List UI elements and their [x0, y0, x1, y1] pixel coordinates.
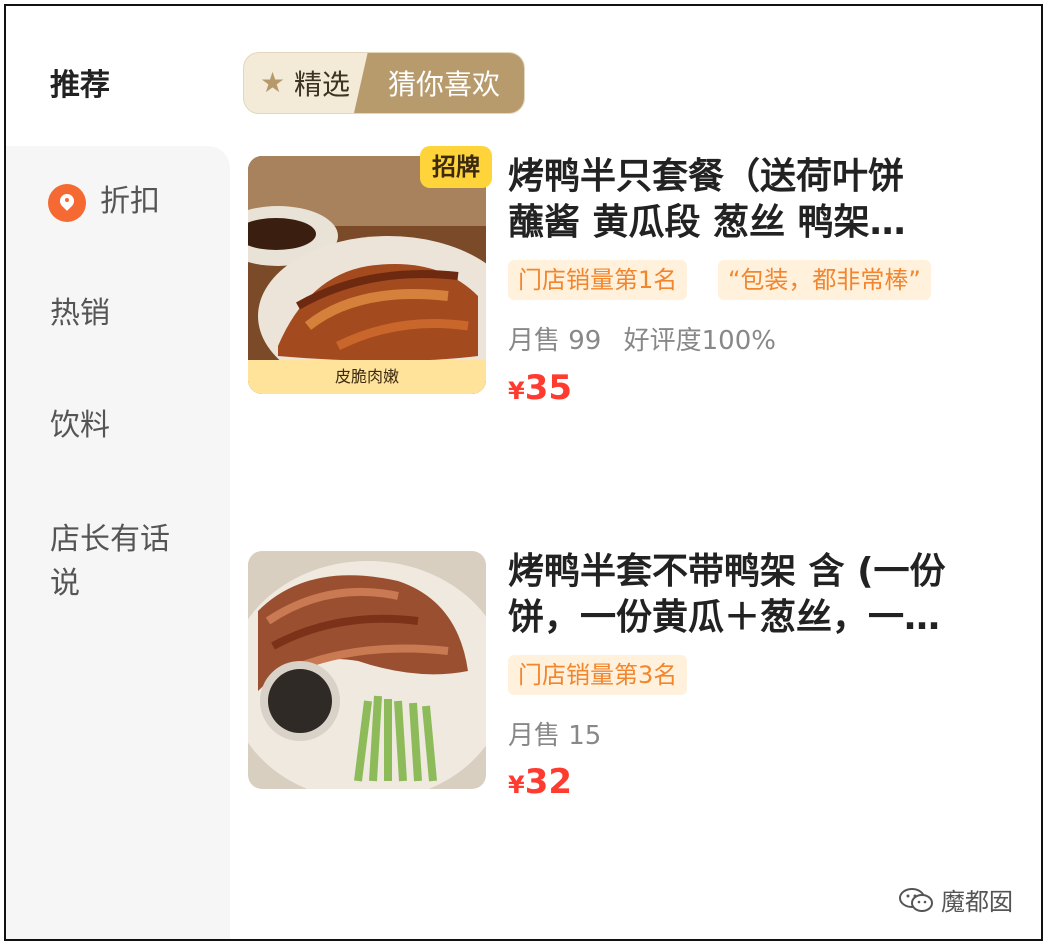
- filter-guess-label: 猜你喜欢: [387, 68, 500, 101]
- dish-title[interactable]: 烤鸭半只套餐（送荷叶饼 蘸酱 黄瓜段 葱丝 鸭架…: [508, 154, 1008, 246]
- app-frame: 推荐 折扣 热销 饮料 店长有话说 ★ 精选 猜你喜欢 皮脆肉嫩 招牌 烤鸭半只…: [4, 4, 1043, 941]
- dish-title-line: 烤鸭半只套餐（送荷叶饼: [508, 156, 905, 197]
- dish-image[interactable]: [248, 551, 486, 789]
- filter-guess-you-like-button[interactable]: 猜你喜欢: [354, 53, 524, 113]
- monthly-sales: 月售 15: [508, 721, 602, 751]
- dish-image-caption: 皮脆肉嫩: [248, 360, 486, 394]
- filter-featured-label: 精选: [294, 68, 351, 101]
- dish-title[interactable]: 烤鸭半套不带鸭架 含 (一份 饼，一份黄瓜＋葱丝，一…: [508, 549, 1008, 641]
- dish-title-line: 饼，一份黄瓜＋葱丝，一…: [508, 597, 941, 638]
- wechat-icon: [899, 887, 933, 912]
- discount-tag-icon: [48, 184, 86, 222]
- sidebar-item-label: 推荐: [50, 68, 110, 103]
- dish-title-line: 烤鸭半套不带鸭架 含 (一份: [508, 551, 946, 592]
- sidebar-item-label: 折扣: [100, 184, 160, 219]
- dish-stats: 月售 99 好评度100%: [508, 320, 776, 357]
- currency-symbol: ¥: [508, 771, 525, 799]
- sidebar-active-bg: [6, 6, 230, 146]
- sidebar-item-label: 饮料: [50, 408, 110, 443]
- sales-rank-badge: 门店销量第3名: [508, 655, 688, 695]
- watermark: 魔都囡: [899, 882, 1013, 917]
- dish-price: ¥35: [508, 368, 572, 408]
- review-quote-badge: “包装，都非常棒”: [718, 260, 931, 300]
- watermark-label: 魔都囡: [941, 888, 1013, 916]
- filter-switch: ★ 精选 猜你喜欢: [243, 52, 525, 114]
- price-value: 35: [524, 368, 573, 408]
- sidebar-item-label: 店长有话说: [50, 522, 170, 601]
- filter-featured-button[interactable]: ★ 精选: [244, 53, 362, 113]
- currency-symbol: ¥: [508, 377, 525, 405]
- monthly-sales: 月售 99: [508, 326, 602, 356]
- sidebar-item-recommend[interactable]: 推荐: [50, 64, 110, 108]
- sidebar-item-hot[interactable]: 热销: [50, 292, 110, 336]
- category-sidebar: 推荐 折扣 热销 饮料 店长有话说: [6, 6, 230, 939]
- sales-rank-badge: 门店销量第1名: [508, 260, 688, 300]
- dish-stats: 月售 15: [508, 715, 601, 752]
- dish-price: ¥32: [508, 762, 572, 802]
- roast-duck-photo: [248, 156, 486, 394]
- sidebar-item-discount[interactable]: 折扣: [100, 180, 160, 224]
- sidebar-item-manager-says[interactable]: 店长有话说: [50, 518, 190, 606]
- sliced-duck-photo: [248, 551, 486, 789]
- sidebar-item-label: 热销: [50, 296, 110, 331]
- sidebar-item-drinks[interactable]: 饮料: [50, 404, 110, 448]
- signature-tag: 招牌: [420, 146, 492, 188]
- price-value: 32: [524, 762, 573, 802]
- star-icon: ★: [260, 66, 286, 99]
- dish-title-line: 蘸酱 黄瓜段 葱丝 鸭架…: [508, 202, 906, 243]
- rating: 好评度100%: [623, 326, 776, 356]
- dish-image[interactable]: 皮脆肉嫩: [248, 156, 486, 394]
